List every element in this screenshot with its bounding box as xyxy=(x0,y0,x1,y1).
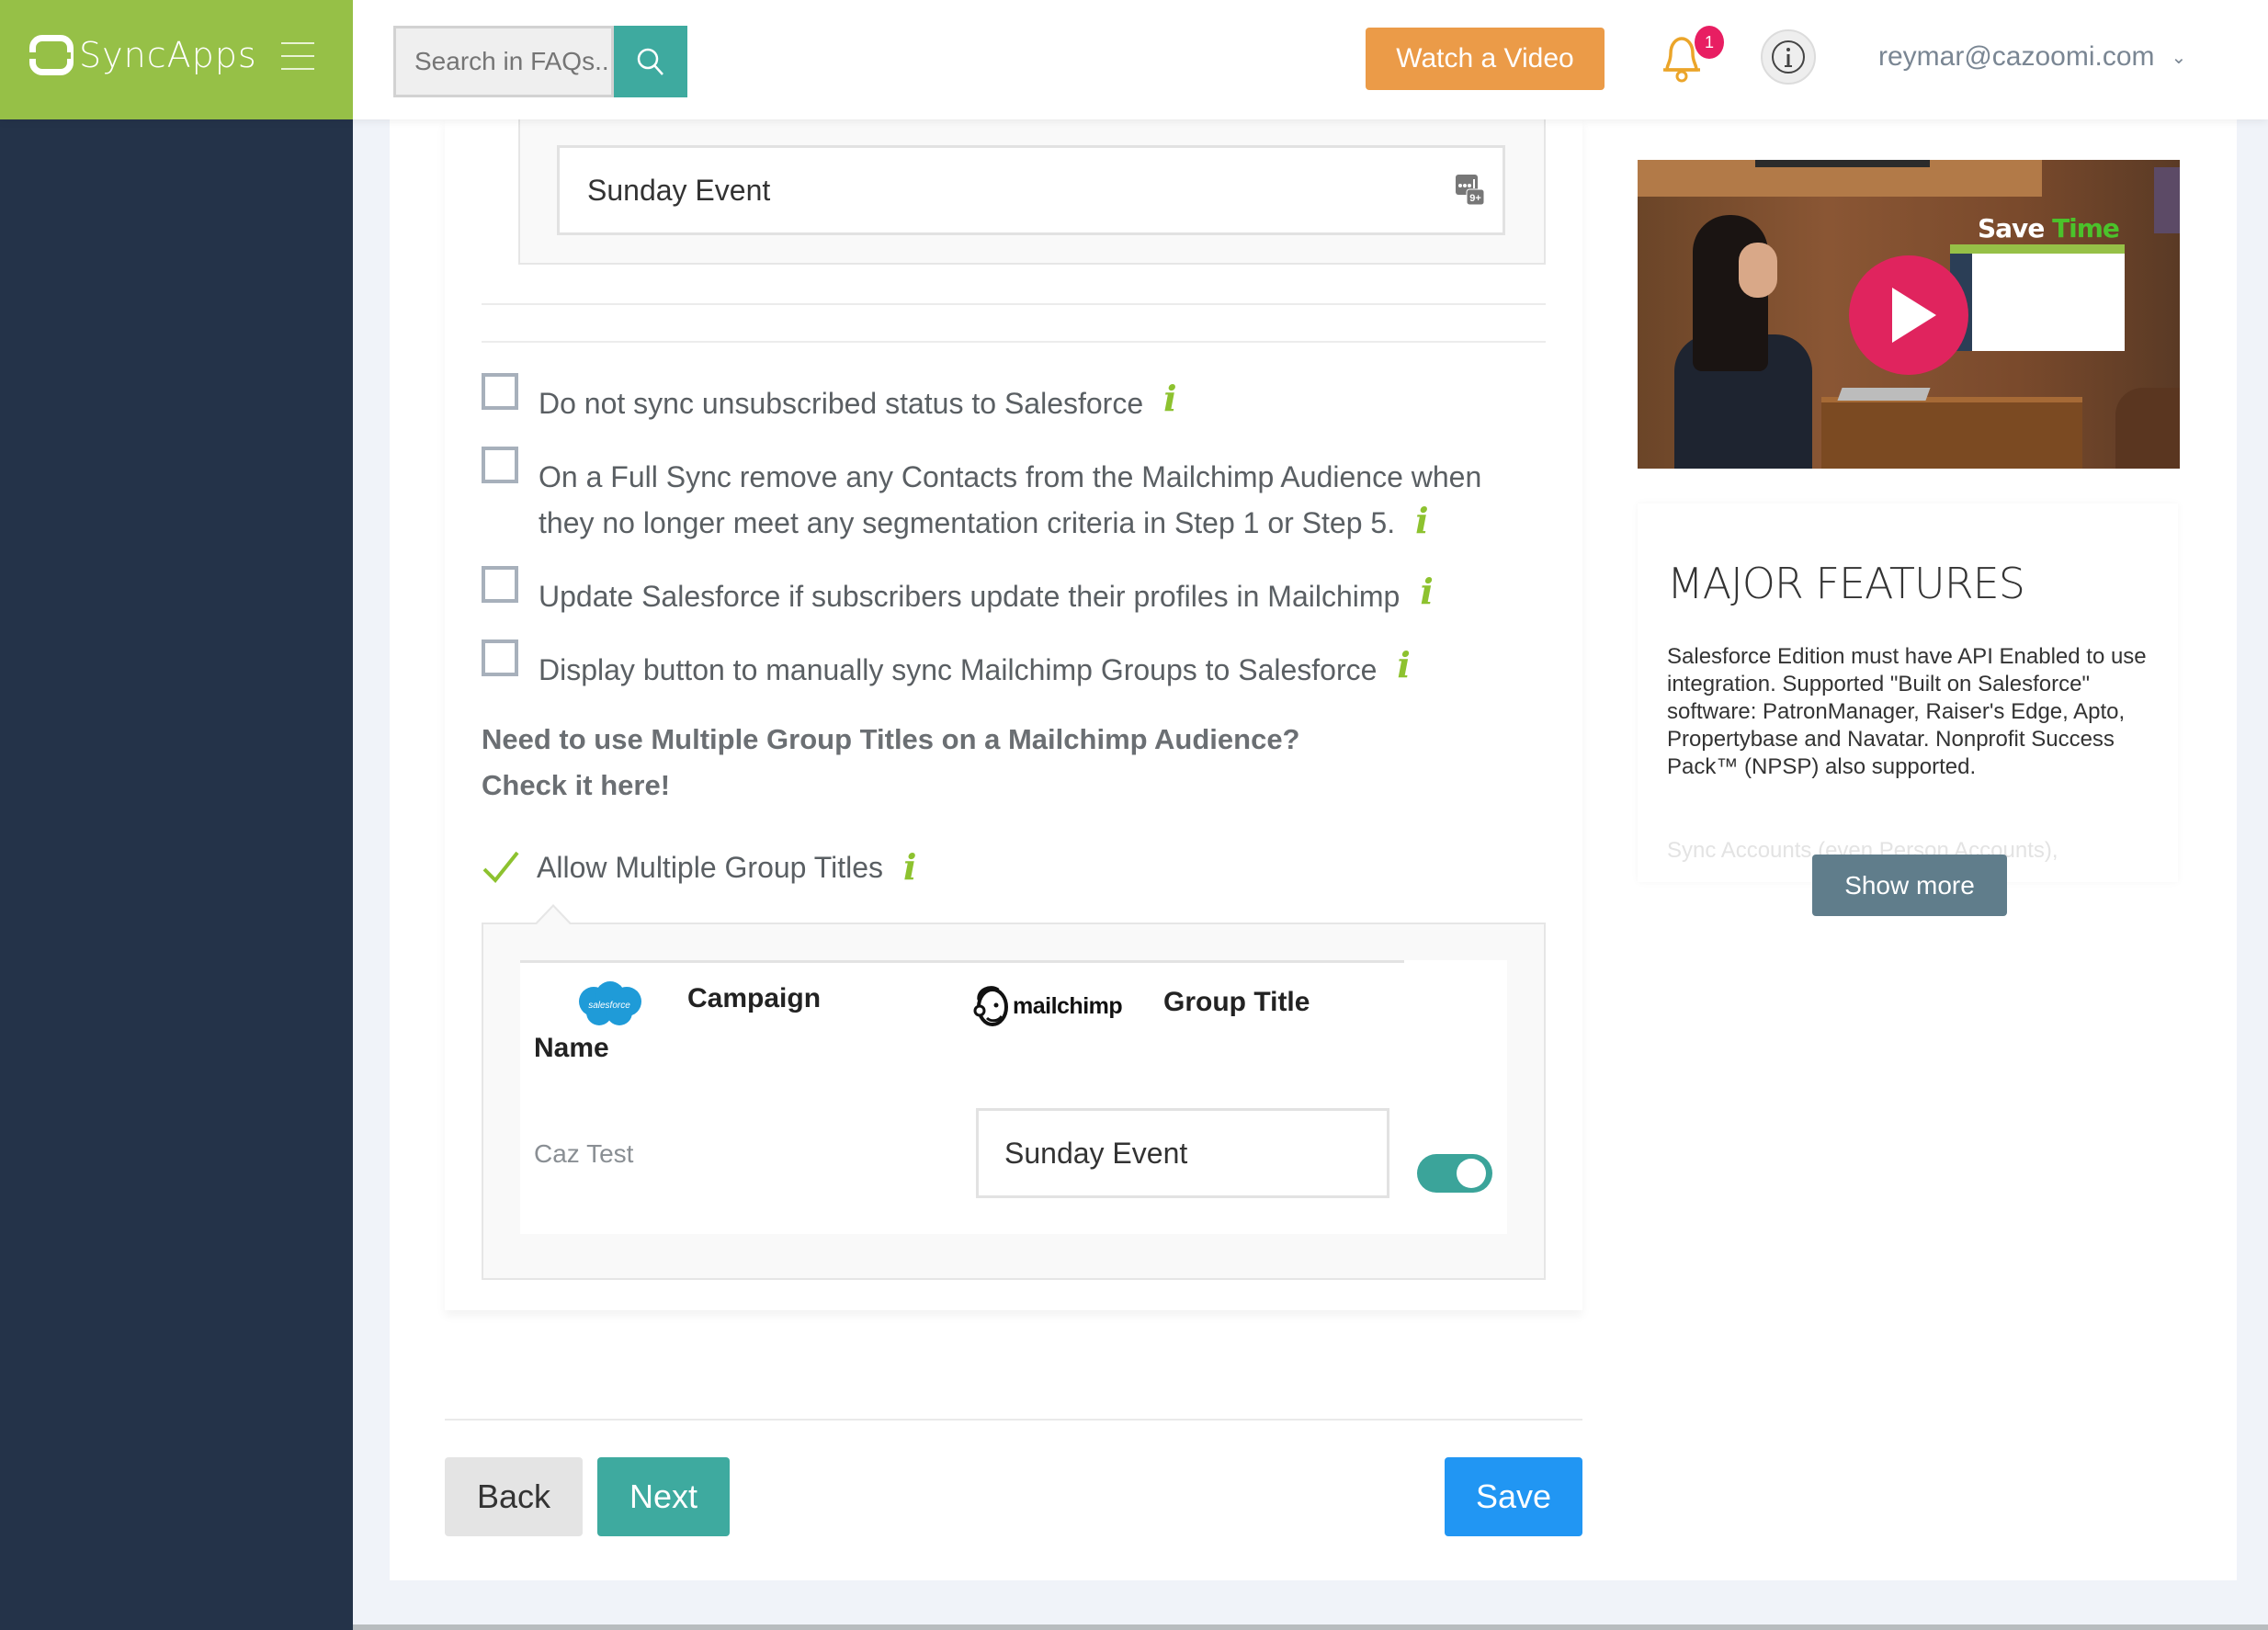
info-icon[interactable]: i xyxy=(1397,647,1410,684)
table-top-border xyxy=(520,960,1404,963)
info-icon[interactable]: i xyxy=(1415,503,1428,539)
footer-divider xyxy=(445,1419,1582,1421)
group-title-row-input[interactable]: Sunday Event xyxy=(976,1108,1389,1198)
mailchimp-logo: mailchimp xyxy=(972,985,1123,1027)
notification-count-badge: 1 xyxy=(1695,26,1724,59)
checkbox-full-sync-remove[interactable] xyxy=(482,447,518,483)
video-person-face xyxy=(1739,243,1777,298)
hamburger-menu-icon[interactable] xyxy=(281,42,314,70)
prompt-line1: Need to use Multiple Group Titles on a M… xyxy=(482,723,1300,755)
svg-text:salesforce: salesforce xyxy=(588,1001,630,1011)
option-label: Do not sync unsubscribed status to Sales… xyxy=(539,387,1144,420)
video-table xyxy=(1821,397,2082,469)
video-overlay-text: Save Time xyxy=(1978,213,2120,243)
info-icon[interactable]: i xyxy=(1420,573,1433,610)
show-more-button[interactable]: Show more xyxy=(1812,855,2007,916)
option-label: Display button to manually sync Mailchim… xyxy=(539,653,1378,686)
group-title-input[interactable]: Sunday Event xyxy=(557,145,1505,235)
logo-area: SyncApps xyxy=(0,0,353,119)
faq-search xyxy=(393,26,687,97)
callout-arrow xyxy=(535,904,572,924)
checkbox-display-manual-sync-button[interactable] xyxy=(482,640,518,676)
allow-label: Allow Multiple Group Titles xyxy=(537,850,884,884)
info-icon[interactable]: i xyxy=(903,849,916,886)
campaign-name-cell: Caz Test xyxy=(534,1139,634,1168)
play-button[interactable] xyxy=(1849,255,1968,375)
info-circle-icon xyxy=(1772,40,1805,74)
faq-search-input[interactable] xyxy=(393,26,614,97)
divider xyxy=(482,303,1546,305)
search-icon xyxy=(637,48,663,75)
option-label: Update Salesforce if subscribers update … xyxy=(539,580,1400,613)
allow-multiple-group-titles: Allow Multiple Group Titles i xyxy=(482,849,916,886)
mailchimp-wordmark: mailchimp xyxy=(1013,992,1123,1019)
option-no-sync-unsubscribed: Do not sync unsubscribed status to Sales… xyxy=(482,373,1177,426)
video-chair xyxy=(2115,388,2180,469)
option-label-line1: On a Full Sync remove any Contacts from … xyxy=(539,460,1482,493)
column-header-name: Name xyxy=(534,1033,609,1063)
overlay-word-save: Save xyxy=(1978,213,2045,243)
brand-name: SyncApps xyxy=(79,35,257,75)
play-icon xyxy=(1892,288,1936,343)
salesforce-logo-icon: salesforce xyxy=(579,981,641,1025)
toggle-knob xyxy=(1457,1159,1486,1188)
mailchimp-freddie-icon xyxy=(973,986,1008,1026)
video-laptop xyxy=(1837,388,1931,401)
option-label: On a Full Sync remove any Contacts from … xyxy=(539,454,1481,546)
column-header-campaign: Campaign xyxy=(687,983,822,1013)
video-bg-poster xyxy=(2154,167,2180,233)
top-header: SyncApps Watch a Video 1 reymar@cazoomi.… xyxy=(0,0,2268,119)
sidebar xyxy=(0,119,353,1630)
column-header-group-title: Group Title xyxy=(1163,987,1310,1017)
watch-video-button[interactable]: Watch a Video xyxy=(1366,28,1605,90)
info-icon[interactable]: i xyxy=(1163,380,1176,417)
back-button[interactable]: Back xyxy=(445,1457,583,1536)
group-title-value: Sunday Event xyxy=(587,173,771,207)
option-full-sync-remove: On a Full Sync remove any Contacts from … xyxy=(482,447,1481,546)
user-email: reymar@cazoomi.com xyxy=(1878,41,2155,72)
page-bottom-edge xyxy=(353,1624,2268,1630)
checkmark-checked-icon[interactable] xyxy=(482,849,520,886)
option-display-manual-sync-button: Display button to manually sync Mailchim… xyxy=(482,640,1411,693)
checkbox-update-salesforce-profiles[interactable] xyxy=(482,566,518,603)
info-button[interactable] xyxy=(1761,29,1816,85)
video-app-screenshot xyxy=(1950,244,2125,351)
option-update-salesforce-profiles: Update Salesforce if subscribers update … xyxy=(482,566,1434,619)
overlay-word-time: Time xyxy=(2052,213,2120,243)
features-description: Salesforce Edition must have API Enabled… xyxy=(1667,644,2147,779)
video-bg-detail xyxy=(1755,160,1930,167)
features-title: MAJOR FEATURES xyxy=(1667,559,2025,608)
logo-s-mark-icon xyxy=(28,35,74,75)
multiple-group-titles-prompt: Need to use Multiple Group Titles on a M… xyxy=(482,717,1300,809)
user-account-menu[interactable]: reymar@cazoomi.com ⌄ xyxy=(1878,37,2186,77)
syncapps-logo[interactable]: SyncApps xyxy=(28,35,257,75)
search-button[interactable] xyxy=(614,26,687,97)
merge-field-picker-icon[interactable]: 9+ xyxy=(1454,173,1485,206)
row-enabled-toggle[interactable] xyxy=(1417,1154,1492,1193)
major-features-card: MAJOR FEATURES Salesforce Edition must h… xyxy=(1638,504,2178,882)
group-title-row-value: Sunday Event xyxy=(1004,1136,1188,1170)
checkbox-no-sync-unsubscribed[interactable] xyxy=(482,373,518,410)
video-app-header xyxy=(1950,244,2125,254)
svg-text:9+: 9+ xyxy=(1469,193,1481,204)
next-button[interactable]: Next xyxy=(597,1457,730,1536)
save-button[interactable]: Save xyxy=(1445,1457,1582,1536)
promo-video-thumbnail[interactable]: Save Time xyxy=(1638,160,2180,469)
chevron-down-icon: ⌄ xyxy=(2171,47,2187,68)
option-label-line2: they no longer meet any segmentation cri… xyxy=(539,506,1396,539)
prompt-line2: Check it here! xyxy=(482,769,671,801)
divider xyxy=(482,341,1546,343)
